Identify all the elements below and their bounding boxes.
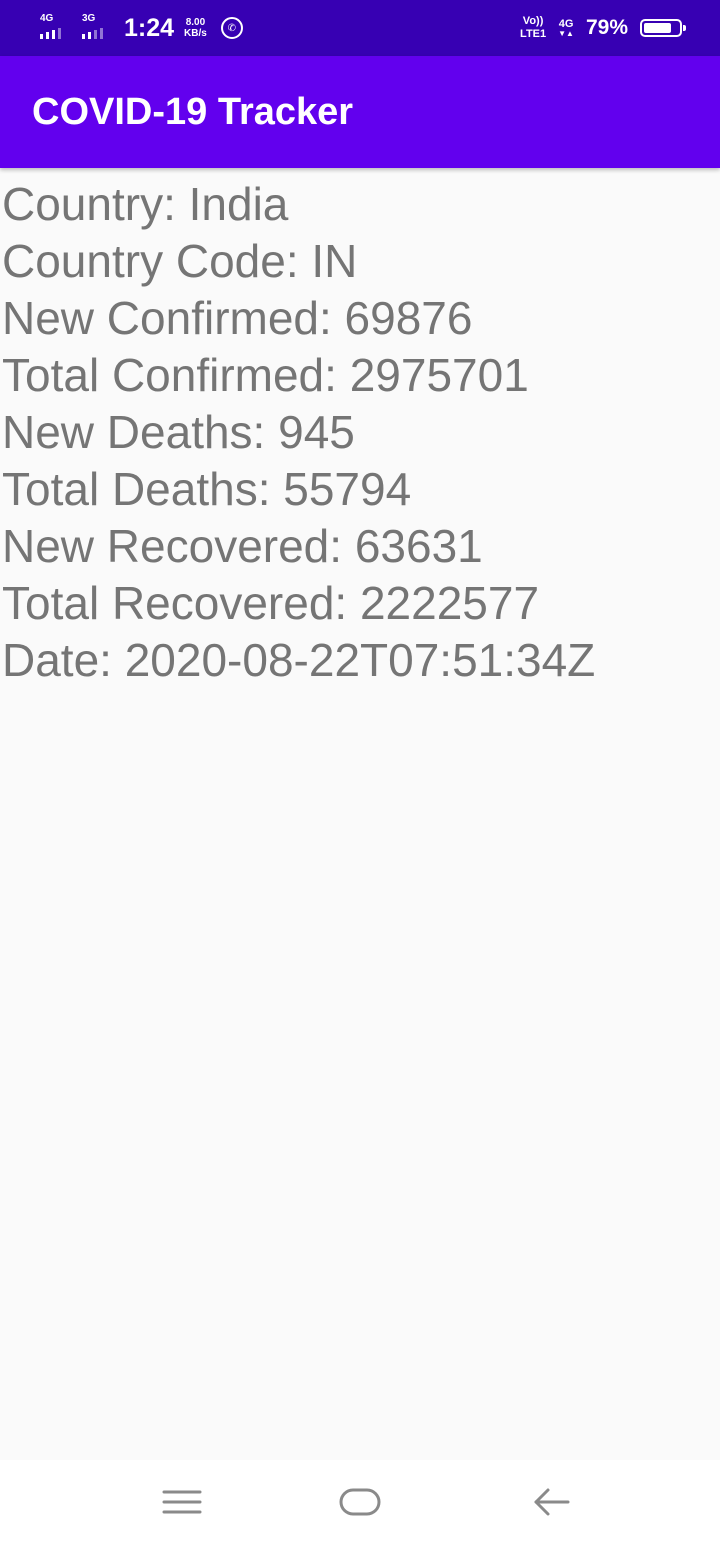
status-bar-left: 4G 3G 1:24 8.00 KB/s ✆ [38, 0, 243, 56]
volte-top-label: Vo)) [522, 15, 544, 27]
speed-unit: KB/s [184, 28, 207, 39]
whatsapp-icon: ✆ [220, 17, 243, 39]
stats-list: Country: India Country Code: IN New Conf… [2, 176, 718, 689]
status-bar: 4G 3G 1:24 8.00 KB/s ✆ Vo)) LTE1 4G ▼▲ 7… [0, 0, 720, 56]
sim2-signal-icon: 3G [80, 13, 112, 43]
volte-icon: Vo)) LTE1 [520, 15, 546, 41]
new-deaths-text: New Deaths: 945 [2, 406, 355, 458]
app-title: COVID-19 Tracker [32, 91, 354, 133]
mobile-data-icon: 4G ▼▲ [558, 18, 574, 38]
speed-value: 8.00 [185, 17, 206, 28]
status-bar-right: Vo)) LTE1 4G ▼▲ 79% [520, 0, 686, 56]
battery-percent: 79% [585, 16, 628, 39]
sim2-network-label: 3G [82, 13, 96, 24]
total-confirmed-text: Total Confirmed: 2975701 [2, 349, 529, 401]
battery-icon [640, 19, 686, 37]
country-code-text: Country Code: IN [2, 235, 358, 287]
home-icon[interactable] [338, 1482, 382, 1522]
back-icon[interactable] [530, 1482, 574, 1522]
navigation-bar [0, 1460, 720, 1544]
total-deaths-text: Total Deaths: 55794 [2, 463, 412, 515]
menu-icon[interactable] [160, 1482, 204, 1522]
new-recovered-text: New Recovered: 63631 [2, 520, 483, 572]
app-bar: COVID-19 Tracker [0, 56, 720, 168]
network-speed: 8.00 KB/s [184, 17, 207, 39]
date-text: Date: 2020-08-22T07:51:34Z [2, 634, 596, 686]
volte-bottom-label: LTE1 [520, 28, 547, 40]
battery-level-fill [644, 23, 671, 33]
total-recovered-text: Total Recovered: 2222577 [2, 577, 540, 629]
clock: 1:24 [124, 13, 175, 42]
sim1-signal-icon: 4G [38, 13, 70, 43]
new-confirmed-text: New Confirmed: 69876 [2, 292, 473, 344]
country-text: Country: India [2, 178, 289, 230]
sim1-network-label: 4G [40, 13, 54, 24]
